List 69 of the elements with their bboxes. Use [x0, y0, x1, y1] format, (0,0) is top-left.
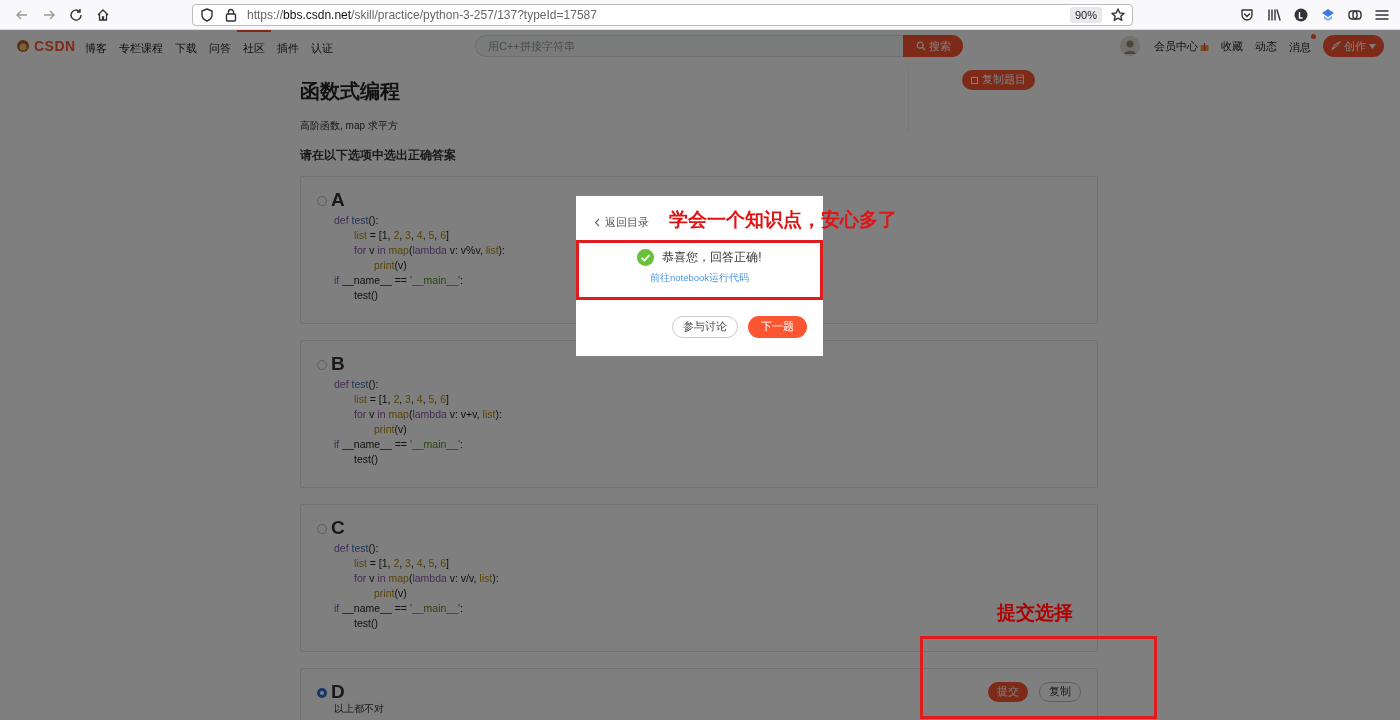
radio-button[interactable] [317, 524, 327, 534]
code-line: for v in map(lambda v: v+v, list): [354, 407, 502, 422]
next-button[interactable]: 下一题 [748, 316, 807, 338]
code-line: test() [354, 288, 378, 303]
nav-item[interactable]: 认证 [305, 30, 339, 62]
question-title: 函数式编程 [300, 79, 401, 104]
create-button[interactable]: 创作 [1323, 35, 1384, 57]
code-line: if __name__ == '__main__': [334, 273, 463, 288]
radio-button[interactable] [317, 196, 327, 206]
discuss-button[interactable]: 参与讨论 [672, 316, 738, 338]
code-line: test() [354, 616, 378, 631]
check-icon [637, 249, 655, 266]
pen-icon [1331, 41, 1341, 51]
code-line: if __name__ == '__main__': [334, 601, 463, 616]
account-icon[interactable] [1293, 6, 1309, 23]
nav-item[interactable]: 博客 [79, 30, 113, 62]
nav-item[interactable]: 下载 [169, 30, 203, 62]
chevron-icon [594, 218, 600, 227]
radio-button[interactable] [317, 688, 327, 698]
nav-link[interactable]: 收藏 [1221, 38, 1243, 54]
search-button[interactable]: 搜索 [903, 35, 963, 57]
code-line: for v in map(lambda v: v%v, list): [354, 243, 505, 258]
notebook-link[interactable]: 前往notebook运行代码 [649, 272, 750, 285]
result-message: 恭喜您，回答正确! [662, 249, 762, 266]
shield-icon [199, 6, 215, 23]
copy-icon [971, 76, 979, 84]
copy-button[interactable]: 复制 [1039, 682, 1081, 702]
code-line: def test(): [334, 213, 379, 228]
nav-item[interactable]: 专栏课程 [113, 30, 169, 62]
code-line: print(v) [374, 258, 407, 273]
option-text: 以上都不对 [334, 703, 385, 714]
code-line: print(v) [374, 586, 407, 601]
question-tags: 高阶函数, map 求平方 [300, 119, 908, 133]
back-link[interactable]: 返回目录 [594, 215, 649, 230]
nav-link[interactable]: 消息 [1289, 41, 1311, 53]
nav-item[interactable]: 问答 [203, 30, 237, 62]
code-line: list = [1, 2, 3, 4, 5, 6] [354, 556, 449, 571]
star-icon[interactable] [1110, 6, 1126, 23]
code-line: list = [1, 2, 3, 4, 5, 6] [354, 228, 449, 243]
address-bar[interactable]: https://bbs.csdn.net/skill/practice/python-3-257/137?typeId=17587 90% [192, 3, 1133, 26]
code-line: print(v) [374, 422, 407, 437]
caret-icon [1369, 43, 1376, 49]
code-line: if __name__ == '__main__': [334, 437, 463, 452]
lock-icon [223, 6, 239, 23]
option-letter: C [331, 517, 345, 539]
reload-icon[interactable] [67, 6, 84, 23]
submit-button[interactable]: 提交 [988, 682, 1028, 702]
option-letter: D [331, 681, 345, 703]
copy-question-button[interactable]: 复制题目 [962, 70, 1035, 90]
code-line: def test(): [334, 541, 379, 556]
nav-link[interactable]: 会员中心 [1154, 38, 1198, 54]
option-letter: B [331, 353, 345, 375]
nav-item[interactable]: 社区 [237, 30, 271, 62]
pocket-icon[interactable] [1239, 6, 1255, 23]
url-text: https://bbs.csdn.net/skill/practice/python-3-257/137?typeId=17587 [247, 7, 598, 22]
gift-icon [1200, 41, 1209, 51]
code-line: def test(): [334, 377, 379, 392]
option-letter: A [331, 189, 345, 211]
nav-link[interactable]: 动态 [1255, 38, 1277, 54]
library-icon[interactable] [1266, 6, 1282, 23]
annotation-text: 提交选择 [997, 601, 1073, 625]
radio-button[interactable] [317, 360, 327, 370]
nav-item[interactable]: 插件 [271, 30, 305, 62]
zoom-level[interactable]: 90% [1069, 6, 1102, 23]
question-prompt: 请在以下选项中选出正确答案 [300, 147, 457, 164]
search-icon [915, 41, 926, 51]
code-line: test() [354, 452, 378, 467]
code-line: list = [1, 2, 3, 4, 5, 6] [354, 392, 449, 407]
code-line: for v in map(lambda v: v/v, list): [354, 571, 499, 586]
